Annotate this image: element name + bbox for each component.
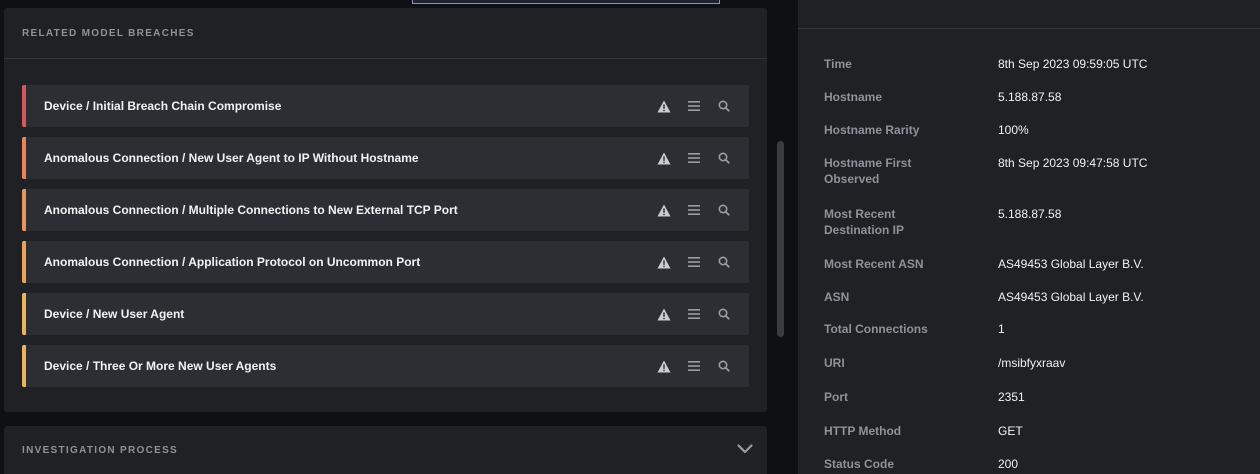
breach-list: Device / Initial Breach Chain Compromise… — [22, 85, 749, 397]
detail-label-line2: Destination IP — [824, 223, 905, 237]
breach-row[interactable]: Anomalous Connection / Multiple Connecti… — [22, 189, 749, 231]
severity-indicator — [22, 293, 26, 335]
detail-value: GET — [998, 424, 1023, 438]
search-icon[interactable] — [709, 143, 739, 173]
severity-indicator — [22, 189, 26, 231]
detail-label: Port — [824, 390, 848, 404]
detail-label: Most Recent ASN — [824, 257, 924, 271]
top-toolbar-edge — [412, 0, 720, 4]
detail-value: /msibfyxraav — [998, 356, 1066, 370]
breach-details-panel: Time 8th Sep 2023 09:59:05 UTC Hostname … — [798, 0, 1260, 474]
detail-value: 5.188.87.58 — [998, 207, 1062, 221]
list-icon[interactable] — [679, 247, 709, 277]
detail-label-line1: Hostname First — [824, 156, 912, 170]
panel-title: RELATED MODEL BREACHES — [22, 27, 195, 39]
breach-name[interactable]: Device / New User Agent — [44, 307, 649, 321]
detail-value: 8th Sep 2023 09:59:05 UTC — [998, 57, 1148, 71]
search-icon[interactable] — [709, 351, 739, 381]
chevron-down-icon[interactable] — [737, 441, 753, 459]
detail-label: Most Recent Destination IP — [824, 206, 974, 238]
detail-label: Hostname Rarity — [824, 123, 920, 137]
warning-icon[interactable] — [649, 143, 679, 173]
search-icon[interactable] — [709, 195, 739, 225]
detail-value: AS49453 Global Layer B.V. — [998, 257, 1144, 271]
detail-value: 5.188.87.58 — [998, 90, 1062, 104]
search-icon[interactable] — [709, 91, 739, 121]
breach-row[interactable]: Device / New User Agent — [22, 293, 749, 335]
breach-name[interactable]: Anomalous Connection / New User Agent to… — [44, 151, 649, 165]
divider — [798, 28, 1260, 29]
detail-value: 1 — [998, 322, 1005, 336]
row-actions — [649, 195, 739, 225]
breach-row[interactable]: Device / Initial Breach Chain Compromise — [22, 85, 749, 127]
severity-indicator — [22, 137, 26, 179]
detail-label: Hostname First Observed — [824, 155, 974, 187]
detail-label: Status Code — [824, 457, 895, 471]
warning-icon[interactable] — [649, 247, 679, 277]
row-actions — [649, 351, 739, 381]
row-actions — [649, 143, 739, 173]
detail-label: Total Connections — [824, 322, 928, 336]
row-actions — [649, 299, 739, 329]
detail-label: HTTP Method — [824, 424, 902, 438]
detail-label: Time — [824, 57, 852, 71]
detail-value: 100% — [998, 123, 1029, 137]
severity-indicator — [22, 85, 26, 127]
list-icon[interactable] — [679, 351, 709, 381]
warning-icon[interactable] — [649, 91, 679, 121]
search-icon[interactable] — [709, 247, 739, 277]
search-icon[interactable] — [709, 299, 739, 329]
detail-label-line2: Observed — [824, 172, 880, 186]
severity-indicator — [22, 241, 26, 283]
breach-name[interactable]: Anomalous Connection / Application Proto… — [44, 255, 649, 269]
detail-label: ASN — [824, 290, 850, 304]
breach-row[interactable]: Device / Three Or More New User Agents — [22, 345, 749, 387]
scrollbar[interactable] — [777, 141, 784, 337]
page: RELATED MODEL BREACHES Device / Initial … — [0, 0, 1260, 474]
severity-indicator — [22, 345, 26, 387]
list-icon[interactable] — [679, 195, 709, 225]
list-icon[interactable] — [679, 299, 709, 329]
detail-label-line1: Most Recent — [824, 207, 896, 221]
detail-value: 2351 — [998, 390, 1025, 404]
panel-title: INVESTIGATION PROCESS — [22, 444, 179, 456]
detail-value: 200 — [998, 457, 1019, 471]
row-actions — [649, 247, 739, 277]
list-icon[interactable] — [679, 143, 709, 173]
investigation-process-panel[interactable]: INVESTIGATION PROCESS — [4, 426, 767, 474]
warning-icon[interactable] — [649, 195, 679, 225]
detail-value: 8th Sep 2023 09:47:58 UTC — [998, 156, 1148, 170]
warning-icon[interactable] — [649, 351, 679, 381]
row-actions — [649, 91, 739, 121]
breach-row[interactable]: Anomalous Connection / Application Proto… — [22, 241, 749, 283]
detail-label: URI — [824, 356, 845, 370]
detail-value: AS49453 Global Layer B.V. — [998, 290, 1144, 304]
list-icon[interactable] — [679, 91, 709, 121]
warning-icon[interactable] — [649, 299, 679, 329]
breach-row[interactable]: Anomalous Connection / New User Agent to… — [22, 137, 749, 179]
breach-name[interactable]: Device / Three Or More New User Agents — [44, 359, 649, 373]
breach-name[interactable]: Anomalous Connection / Multiple Connecti… — [44, 203, 649, 217]
breach-name[interactable]: Device / Initial Breach Chain Compromise — [44, 99, 649, 113]
detail-label: Hostname — [824, 90, 883, 104]
panel-header: RELATED MODEL BREACHES — [4, 8, 767, 59]
